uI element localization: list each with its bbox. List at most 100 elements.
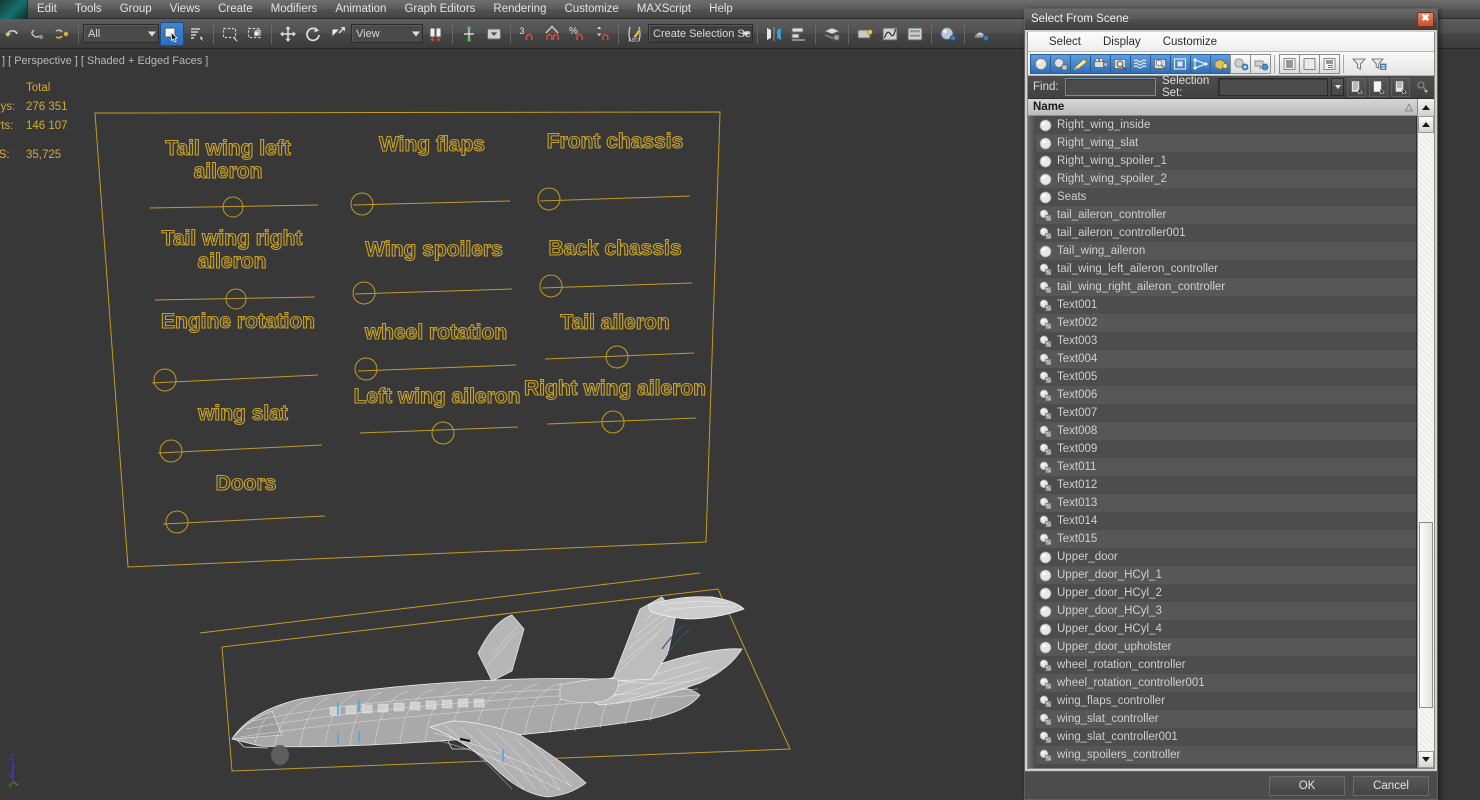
list-item[interactable]: wing_flaps_controller: [1028, 692, 1416, 710]
spinner-snap-toggle-button[interactable]: [590, 22, 614, 46]
add-to-selection-set-button[interactable]: [1369, 77, 1388, 97]
material-editor-button[interactable]: [936, 22, 960, 46]
angle-snap-toggle-button[interactable]: [540, 22, 564, 46]
menu-graph-editors[interactable]: Graph Editors: [395, 0, 484, 19]
list-item[interactable]: tail_wing_left_aileron_controller: [1028, 260, 1416, 278]
list-item[interactable]: Text006: [1028, 386, 1416, 404]
curve-editor-button[interactable]: [878, 22, 902, 46]
list-item[interactable]: Right_wing_slat: [1028, 134, 1416, 152]
list-item[interactable]: Text014: [1028, 512, 1416, 530]
display-frozen-objects-button[interactable]: [1230, 53, 1251, 74]
list-item[interactable]: Text015: [1028, 530, 1416, 548]
list-item[interactable]: Right_wing_inside: [1028, 116, 1416, 134]
display-children-button[interactable]: [1319, 53, 1340, 74]
select-objects-in-set-button[interactable]: [1347, 77, 1366, 97]
list-item[interactable]: wheel_rotation_controller001: [1028, 674, 1416, 692]
list-vertical-scrollbar[interactable]: [1417, 116, 1434, 768]
display-xrefs-button[interactable]: [1170, 53, 1191, 74]
list-item[interactable]: wing_slat_controller: [1028, 710, 1416, 728]
list-item[interactable]: Text012: [1028, 476, 1416, 494]
find-input[interactable]: [1064, 78, 1157, 96]
menu-modifiers[interactable]: Modifiers: [262, 0, 327, 19]
edit-named-selection-sets-button[interactable]: ABC: [623, 22, 647, 46]
percent-snap-toggle-button[interactable]: %: [565, 22, 589, 46]
select-and-link-button[interactable]: [25, 22, 49, 46]
list-item[interactable]: wheel_rotation_controller: [1028, 656, 1416, 674]
unlink-selection-button[interactable]: [50, 22, 74, 46]
scrollbar-track[interactable]: [1418, 133, 1434, 751]
menu-group[interactable]: Group: [111, 0, 161, 19]
list-item[interactable]: Upper_door_HCyl_2: [1028, 584, 1416, 602]
select-by-name-button[interactable]: [185, 22, 209, 46]
list-item[interactable]: Text005: [1028, 368, 1416, 386]
list-item[interactable]: Text009: [1028, 440, 1416, 458]
scene-object-list[interactable]: Right_wing_inside Right_wing_slat Right_wi…: [1028, 116, 1417, 768]
menu-create[interactable]: Create: [209, 0, 262, 19]
menu-rendering[interactable]: Rendering: [484, 0, 555, 19]
display-groups-button[interactable]: [1150, 53, 1171, 74]
list-item[interactable]: Upper_door_HCyl_3: [1028, 602, 1416, 620]
display-cameras-button[interactable]: [1090, 53, 1111, 74]
align-button[interactable]: [787, 22, 811, 46]
display-space-warps-button[interactable]: [1130, 53, 1151, 74]
list-item[interactable]: Text011: [1028, 458, 1416, 476]
list-item[interactable]: Upper_door: [1028, 548, 1416, 566]
select-and-move-button[interactable]: [276, 22, 300, 46]
layer-manager-button[interactable]: [820, 22, 844, 46]
display-bones-button[interactable]: [1190, 53, 1211, 74]
menu-animation[interactable]: Animation: [326, 0, 395, 19]
use-pivot-point-center-button[interactable]: [424, 22, 448, 46]
display-lights-button[interactable]: [1070, 53, 1091, 74]
collapse-all-button[interactable]: [1299, 53, 1320, 74]
display-geometry-button[interactable]: [1030, 53, 1051, 74]
cancel-button[interactable]: Cancel: [1353, 775, 1429, 796]
menu-maxscript[interactable]: MAXScript: [628, 0, 700, 19]
list-item[interactable]: tail_wing_right_aileron_controller: [1028, 278, 1416, 296]
menu-tools[interactable]: Tools: [66, 0, 111, 19]
list-item[interactable]: Tail_wing_aileron: [1028, 242, 1416, 260]
remove-from-selection-set-button[interactable]: [1391, 77, 1410, 97]
list-item[interactable]: Seats: [1028, 188, 1416, 206]
select-and-scale-button[interactable]: [326, 22, 350, 46]
ok-button[interactable]: OK: [1269, 775, 1345, 796]
list-item[interactable]: Text008: [1028, 422, 1416, 440]
selection-set-dropdown-arrow-icon[interactable]: [1331, 78, 1344, 96]
list-item[interactable]: Upper_door_HCyl_1: [1028, 566, 1416, 584]
display-helpers-button[interactable]: [1110, 53, 1131, 74]
list-item[interactable]: Text003: [1028, 332, 1416, 350]
list-item[interactable]: Text001: [1028, 296, 1416, 314]
render-setup-button[interactable]: [969, 22, 993, 46]
snaps-toggle-button[interactable]: 3: [515, 22, 539, 46]
display-containers-button[interactable]: [1210, 53, 1231, 74]
filter-funnel-button[interactable]: [1348, 54, 1369, 74]
scrollbar-thumb[interactable]: [1419, 522, 1433, 708]
list-item[interactable]: Text013: [1028, 494, 1416, 512]
selection-filter-combo[interactable]: All: [83, 24, 159, 43]
dialog-menu-select[interactable]: Select: [1038, 32, 1092, 52]
list-item[interactable]: Right_wing_spoiler_2: [1028, 170, 1416, 188]
schematic-view-button[interactable]: [903, 22, 927, 46]
list-item[interactable]: wing_slat_controller001: [1028, 728, 1416, 746]
scrollbar-up-button[interactable]: [1418, 116, 1434, 133]
menu-edit[interactable]: Edit: [28, 0, 66, 19]
sort-ascending-icon[interactable]: △: [1401, 102, 1417, 113]
list-item[interactable]: Text002: [1028, 314, 1416, 332]
selection-set-input[interactable]: [1218, 78, 1328, 96]
select-and-manipulate-button[interactable]: [457, 22, 481, 46]
named-selection-sets-combo[interactable]: Create Selection Se: [648, 24, 753, 43]
window-crossing-toggle-button[interactable]: [243, 22, 267, 46]
list-item[interactable]: Upper_door_HCyl_4: [1028, 620, 1416, 638]
reference-coordinate-system-combo[interactable]: View: [351, 24, 423, 43]
rectangular-selection-region-button[interactable]: [218, 22, 242, 46]
list-item[interactable]: wing_spoilers_controller: [1028, 746, 1416, 764]
scroll-up-button[interactable]: [1417, 98, 1434, 116]
menu-views[interactable]: Views: [161, 0, 209, 19]
display-hidden-objects-button[interactable]: [1250, 53, 1271, 74]
mirror-button[interactable]: [762, 22, 786, 46]
list-item[interactable]: tail_aileron_controller: [1028, 206, 1416, 224]
select-and-rotate-button[interactable]: [301, 22, 325, 46]
list-item[interactable]: tail_aileron_controller001: [1028, 224, 1416, 242]
menu-customize[interactable]: Customize: [555, 0, 627, 19]
list-item[interactable]: Text007: [1028, 404, 1416, 422]
list-item[interactable]: Right_wing_spoiler_1: [1028, 152, 1416, 170]
